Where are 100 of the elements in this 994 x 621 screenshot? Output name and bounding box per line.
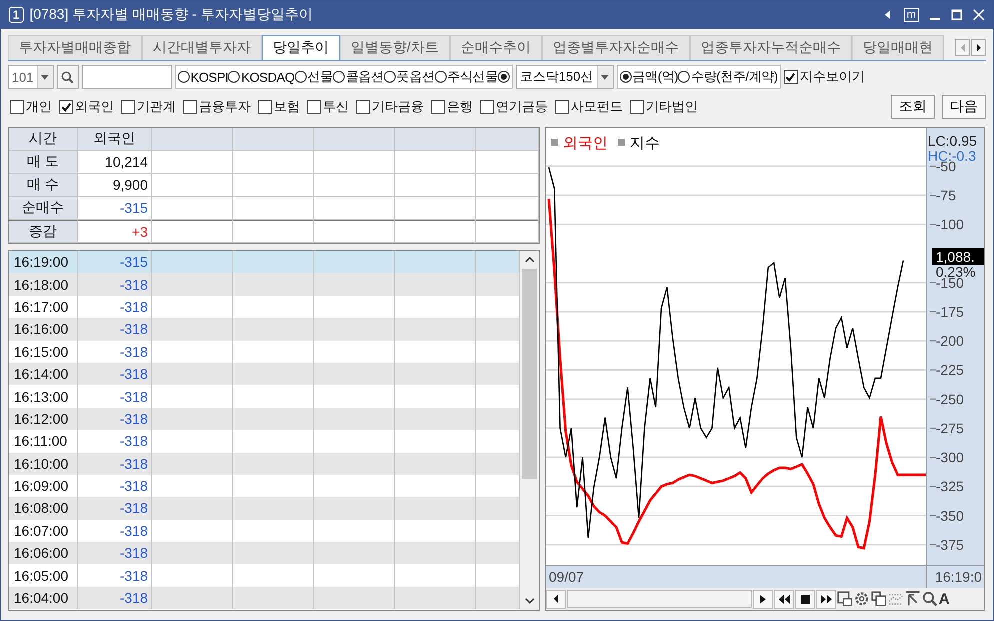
- layout-icon[interactable]: [837, 591, 853, 608]
- axis-label: -200: [936, 333, 964, 350]
- checkbox-option[interactable]: 금융투자: [183, 98, 251, 116]
- scrollbar[interactable]: [520, 251, 539, 610]
- time-cell[interactable]: 16:10:00: [9, 452, 78, 475]
- search-field[interactable]: [82, 65, 172, 89]
- radio-option[interactable]: 선물: [294, 68, 333, 86]
- table-cell: [476, 497, 520, 520]
- checkbox-option[interactable]: 은행: [431, 98, 473, 116]
- table-cell: -318: [78, 452, 152, 475]
- lc-label: LC:0.95: [928, 133, 978, 149]
- column-header: [476, 128, 539, 151]
- table-cell: -318: [78, 408, 152, 430]
- price-tag: 1,088.: [932, 248, 984, 265]
- tab[interactable]: 시간대별투자자: [142, 35, 262, 60]
- table-cell: [476, 220, 539, 243]
- fast-forward-icon: [820, 594, 832, 604]
- axis-label: -275: [936, 420, 964, 436]
- tab[interactable]: 당일추이: [262, 35, 340, 60]
- radio-option[interactable]: 콜옵션: [332, 68, 384, 86]
- axis-label: -75: [936, 188, 956, 204]
- tab[interactable]: 업종투자자누적순매수: [690, 35, 852, 60]
- radio-option[interactable]: KOSDAQ: [228, 70, 295, 84]
- table-cell: 10,214: [78, 151, 152, 174]
- radio-option[interactable]: KOSPI: [178, 70, 228, 84]
- tab[interactable]: 투자자별매매종합: [8, 35, 142, 60]
- scroll-right-button[interactable]: [971, 39, 986, 56]
- action-button[interactable]: 조회: [891, 95, 935, 119]
- checkbox-option[interactable]: 외국인: [59, 98, 114, 116]
- cursor-icon[interactable]: [905, 591, 921, 608]
- table-cell: -318: [78, 273, 152, 296]
- caret-icon: [41, 74, 50, 80]
- fast-forward-button[interactable]: [816, 590, 836, 609]
- table-cell: -318: [78, 318, 152, 341]
- checkbox-option[interactable]: 개인: [10, 98, 52, 116]
- table-cell: [476, 151, 539, 174]
- time-cell[interactable]: 16:14:00: [9, 362, 78, 386]
- time-cell[interactable]: 16:18:00: [9, 273, 78, 296]
- radio-option[interactable]: 주식선물: [434, 68, 498, 86]
- row-header: 매 수: [9, 174, 78, 197]
- checkbox-option[interactable]: 기타금융: [356, 98, 424, 116]
- start-date: 09/07: [548, 568, 586, 588]
- sector-combo[interactable]: 코스닥150선: [516, 65, 614, 89]
- gear-icon[interactable]: [854, 591, 870, 608]
- play-icon: [760, 594, 766, 604]
- checkmark-icon: [785, 72, 796, 82]
- axis-label: -300: [936, 450, 964, 466]
- table-cell: +3: [78, 220, 152, 243]
- checkbox-option[interactable]: 지수보이기: [784, 68, 865, 86]
- time-cell[interactable]: 16:19:00: [9, 251, 78, 274]
- radio-option[interactable]: 수량(천주/계약): [678, 68, 778, 86]
- play-button[interactable]: [753, 590, 773, 609]
- left-arrow-icon: [960, 44, 966, 52]
- table-cell: [476, 251, 520, 274]
- tab[interactable]: 순매수추이: [450, 35, 542, 60]
- rewind-icon: [778, 594, 790, 604]
- close-icon[interactable]: [973, 9, 985, 21]
- checkbox-option[interactable]: 기관계: [121, 98, 176, 116]
- search-icon: [61, 70, 74, 84]
- checkbox-option[interactable]: 기타법인: [630, 98, 698, 116]
- axis-label: -225: [936, 362, 964, 378]
- scroll-left-button[interactable]: [546, 590, 566, 609]
- checkbox-option[interactable]: 사모펀드: [555, 98, 623, 116]
- time-cell[interactable]: 16:06:00: [9, 542, 78, 564]
- stop-button[interactable]: [795, 590, 815, 609]
- axis-label: -100: [936, 216, 964, 233]
- time-cell[interactable]: 16:08:00: [9, 497, 78, 520]
- legend-label: 지수: [630, 135, 660, 152]
- column-header: 시간: [9, 128, 78, 151]
- code-combo[interactable]: 101: [8, 65, 54, 89]
- rewind-button[interactable]: [774, 590, 794, 609]
- search-icon[interactable]: [922, 591, 938, 608]
- axis-label: -325: [936, 478, 964, 495]
- maximize-icon[interactable]: [951, 9, 963, 21]
- time-cell[interactable]: 16:04:00: [9, 586, 78, 610]
- table-cell: [476, 197, 539, 220]
- tab[interactable]: 일별동향/차트: [340, 35, 450, 60]
- time-cell[interactable]: 16:16:00: [9, 318, 78, 341]
- menu-badge[interactable]: m: [904, 8, 919, 22]
- checkbox-option[interactable]: 연기금등: [480, 98, 548, 116]
- text-tool[interactable]: A: [939, 590, 950, 608]
- stop-icon: [800, 594, 810, 604]
- checkbox-option[interactable]: 투신: [307, 98, 349, 116]
- axis-label: -175: [936, 304, 964, 320]
- search-button[interactable]: [56, 65, 79, 89]
- tab[interactable]: 업종별투자자순매수: [542, 35, 690, 60]
- action-button[interactable]: 다음: [942, 95, 986, 119]
- time-cell[interactable]: 16:12:00: [9, 408, 78, 430]
- legend-marker: [618, 139, 625, 146]
- radio-option[interactable]: [498, 71, 510, 83]
- table-cell: -318: [78, 497, 152, 520]
- windows-icon[interactable]: [871, 591, 887, 608]
- legend-label: 외국인: [563, 135, 608, 152]
- right-arrow-icon: [976, 44, 982, 52]
- radio-option[interactable]: 풋옵션: [384, 68, 435, 86]
- axis-label: -375: [936, 536, 964, 553]
- radio-option[interactable]: 금액(억): [620, 68, 678, 86]
- checkbox-option[interactable]: 보험: [258, 98, 300, 116]
- legend-marker: [551, 139, 558, 146]
- tab[interactable]: 당일매매현: [852, 35, 944, 60]
